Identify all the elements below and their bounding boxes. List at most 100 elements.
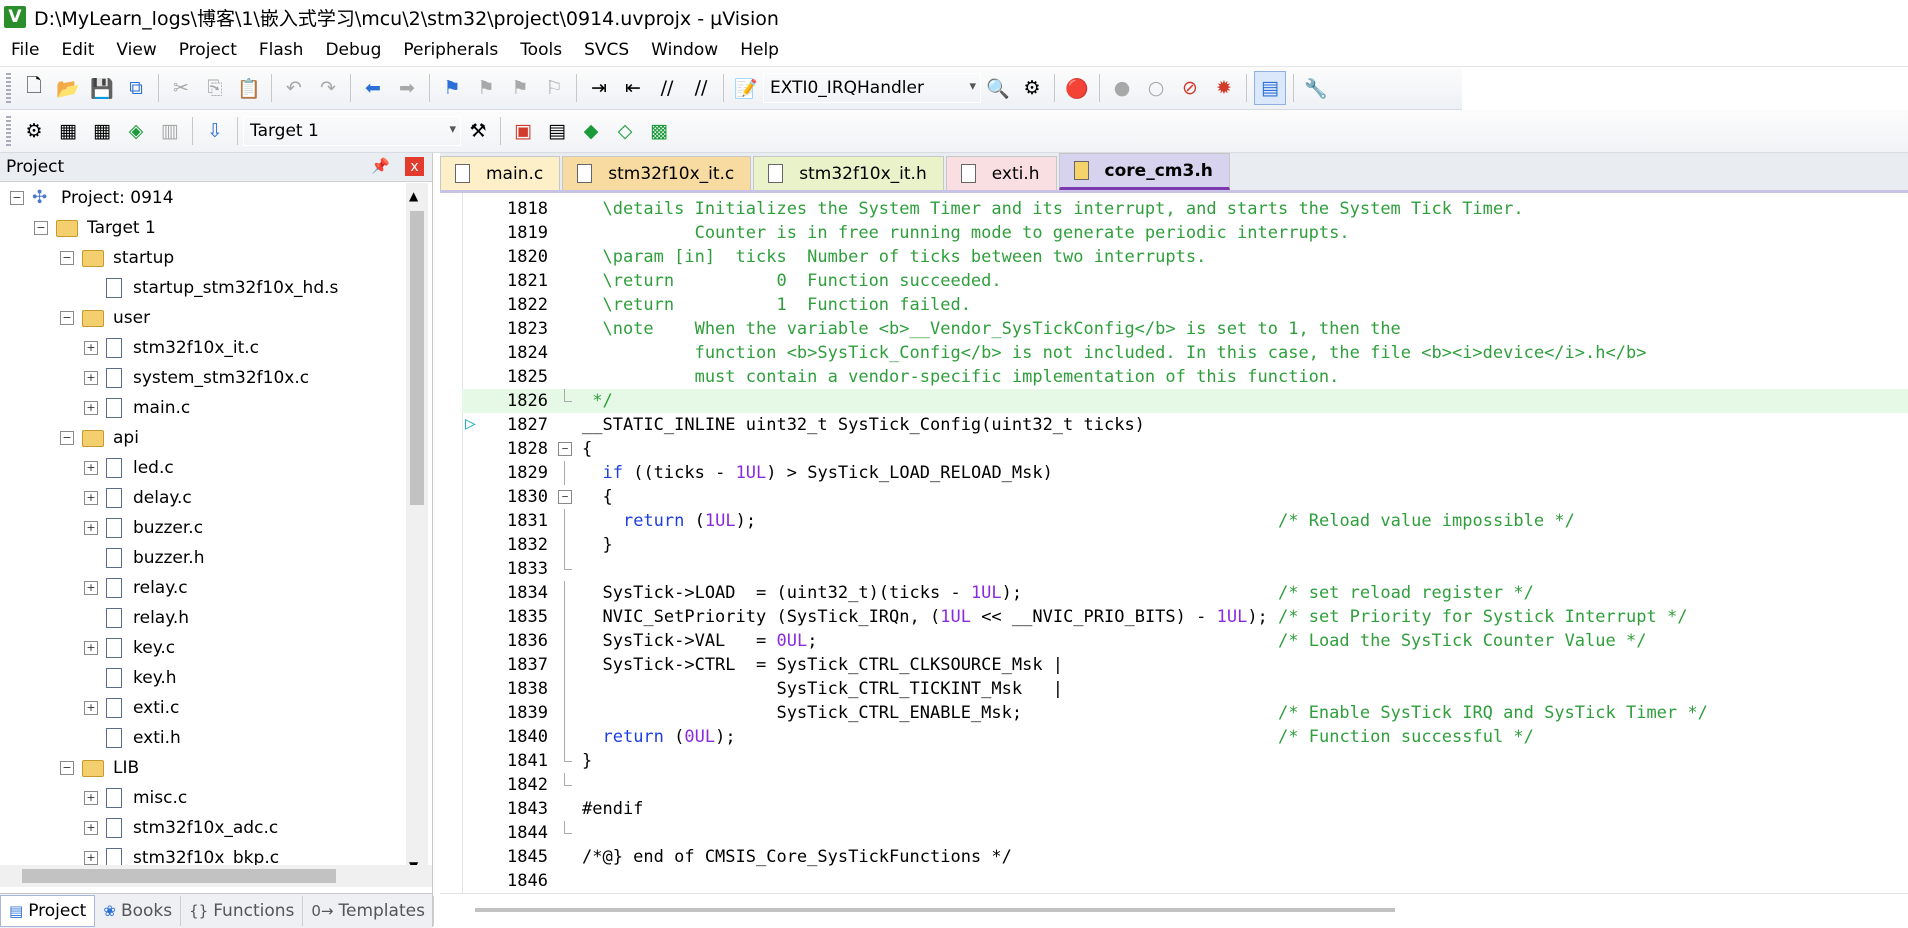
- tab-templates[interactable]: 0→ Templates: [303, 896, 434, 926]
- code-line[interactable]: 1820 \param [in] ticks Number of ticks b…: [462, 245, 1908, 269]
- collapse-icon[interactable]: −: [10, 191, 24, 205]
- expand-icon[interactable]: +: [84, 851, 98, 865]
- collapse-icon[interactable]: −: [60, 251, 74, 265]
- collapse-icon[interactable]: −: [558, 442, 572, 456]
- enable-breakpoint-icon[interactable]: ○: [1141, 72, 1171, 104]
- code-line[interactable]: 1829 if ((ticks - 1UL) > SysTick_LOAD_RE…: [462, 461, 1908, 485]
- code-line[interactable]: 1846: [462, 869, 1908, 893]
- paste-icon[interactable]: 📋: [234, 72, 264, 104]
- download-icon[interactable]: ⇩: [200, 115, 230, 147]
- tab-books[interactable]: ❀ Books: [95, 896, 182, 926]
- tab-exti-h[interactable]: exti.h: [945, 156, 1057, 190]
- expand-icon[interactable]: +: [84, 641, 98, 655]
- configure-icon[interactable]: 🔧: [1301, 72, 1331, 104]
- menu-tools[interactable]: Tools: [509, 34, 573, 66]
- expand-icon[interactable]: +: [84, 461, 98, 475]
- code-line[interactable]: 1834 SysTick->LOAD = (uint32_t)(ticks - …: [462, 581, 1908, 605]
- code-line[interactable]: 1839 SysTick_CTRL_ENABLE_Msk; /* Enable …: [462, 701, 1908, 725]
- tab-main-c[interactable]: main.c: [440, 156, 561, 190]
- code-line[interactable]: 1826 */: [462, 389, 1908, 413]
- pin-icon[interactable]: 📌: [371, 157, 390, 175]
- expand-icon[interactable]: +: [84, 341, 98, 355]
- tree-item[interactable]: − startup: [0, 243, 403, 273]
- tree-item[interactable]: + system_stm32f10x.c: [0, 363, 403, 393]
- tab-stm32f10x-it-h[interactable]: stm32f10x_it.h: [753, 156, 944, 190]
- menu-svcs[interactable]: SVCS: [573, 34, 640, 66]
- tree-item[interactable]: + main.c: [0, 393, 403, 423]
- code-line[interactable]: 1822 \return 1 Function failed.: [462, 293, 1908, 317]
- expand-icon[interactable]: +: [84, 701, 98, 715]
- collapse-icon[interactable]: −: [558, 490, 572, 504]
- window-layout-icon[interactable]: ▤: [1254, 71, 1286, 105]
- menu-view[interactable]: View: [105, 34, 167, 66]
- disable-breakpoints-icon[interactable]: ⊘: [1175, 72, 1205, 104]
- expand-icon[interactable]: +: [84, 401, 98, 415]
- redo-icon[interactable]: ↷: [313, 72, 343, 104]
- fold-marker[interactable]: −: [558, 437, 572, 461]
- next-bookmark-icon[interactable]: ⚑: [505, 72, 535, 104]
- code-line[interactable]: 1843 #endif: [462, 797, 1908, 821]
- bookmark-icon[interactable]: ⚑: [437, 72, 467, 104]
- incremental-find-icon[interactable]: ⚙: [1017, 72, 1047, 104]
- undo-icon[interactable]: ↶: [279, 72, 309, 104]
- menu-file[interactable]: File: [0, 34, 50, 66]
- toolbar-grip[interactable]: [6, 73, 11, 103]
- scrollbar-thumb[interactable]: [22, 869, 336, 883]
- project-vertical-scrollbar[interactable]: ▲ ▼: [406, 183, 428, 879]
- code-line[interactable]: 1819 Counter is in free running mode to …: [462, 221, 1908, 245]
- indent-icon[interactable]: ⇥: [584, 72, 614, 104]
- tree-item[interactable]: + misc.c: [0, 783, 403, 813]
- menu-project[interactable]: Project: [168, 34, 248, 66]
- function-combo[interactable]: EXTI0_IRQHandler ▾: [763, 73, 981, 103]
- menu-window[interactable]: Window: [640, 34, 729, 66]
- tree-item[interactable]: − ✣ Project: 0914: [0, 183, 403, 213]
- prev-bookmark-icon[interactable]: ⚑: [471, 72, 501, 104]
- tree-item[interactable]: startup_stm32f10x_hd.s: [0, 273, 403, 303]
- code-line[interactable]: 1831 return (1UL); /* Reload value impos…: [462, 509, 1908, 533]
- collapse-icon[interactable]: −: [60, 431, 74, 445]
- code-line[interactable]: 1845 /*@} end of CMSIS_Core_SysTickFuncti…: [462, 845, 1908, 869]
- kill-breakpoints-icon[interactable]: ✹: [1209, 72, 1239, 104]
- manage-project-items-icon[interactable]: ▣: [508, 115, 538, 147]
- expand-icon[interactable]: +: [84, 581, 98, 595]
- navigate-forward-icon[interactable]: ➡: [392, 72, 422, 104]
- tree-item[interactable]: + key.c: [0, 633, 403, 663]
- code-line[interactable]: ▷ 1827 __STATIC_INLINE uint32_t SysTick_Co…: [462, 413, 1908, 437]
- collapse-icon[interactable]: −: [60, 761, 74, 775]
- tree-item[interactable]: + led.c: [0, 453, 403, 483]
- tree-item[interactable]: − api: [0, 423, 403, 453]
- project-horizontal-scrollbar[interactable]: [0, 865, 432, 887]
- code-line[interactable]: 1824 function <b>SysTick_Config</b> is n…: [462, 341, 1908, 365]
- clear-bookmarks-icon[interactable]: ⚐: [539, 72, 569, 104]
- tree-item[interactable]: key.h: [0, 663, 403, 693]
- code-line[interactable]: 1842: [462, 773, 1908, 797]
- code-line[interactable]: 1835 NVIC_SetPriority (SysTick_IRQn, (1U…: [462, 605, 1908, 629]
- tree-item[interactable]: + delay.c: [0, 483, 403, 513]
- target-combo[interactable]: Target 1 ▾: [243, 116, 461, 146]
- tree-item[interactable]: exti.h: [0, 723, 403, 753]
- code-line[interactable]: 1840 return (0UL); /* Function successfu…: [462, 725, 1908, 749]
- code-line[interactable]: 1837 SysTick->CTRL = SysTick_CTRL_CLKSOU…: [462, 653, 1908, 677]
- build-icon[interactable]: ▦: [53, 115, 83, 147]
- pack-installer-icon[interactable]: ◇: [610, 115, 640, 147]
- fold-marker[interactable]: −: [558, 485, 572, 509]
- select-packs-icon[interactable]: ▤: [542, 115, 572, 147]
- save-all-icon[interactable]: ⧉: [121, 72, 151, 104]
- code-line[interactable]: 1832 }: [462, 533, 1908, 557]
- translate-icon[interactable]: ⚙: [19, 115, 49, 147]
- tree-item[interactable]: + buzzer.c: [0, 513, 403, 543]
- code-line[interactable]: 1821 \return 0 Function succeeded.: [462, 269, 1908, 293]
- navigate-back-icon[interactable]: ⬅: [358, 72, 388, 104]
- tab-stm32f10x-it-c[interactable]: stm32f10x_it.c: [562, 156, 752, 190]
- tree-item[interactable]: + stm32f10x_adc.c: [0, 813, 403, 843]
- new-file-icon[interactable]: 🗋: [19, 72, 49, 104]
- code-line[interactable]: 1825 must contain a vendor-specific impl…: [462, 365, 1908, 389]
- code-line[interactable]: 1828−{: [462, 437, 1908, 461]
- expand-icon[interactable]: +: [84, 791, 98, 805]
- target-options-icon[interactable]: ⚒: [463, 115, 493, 147]
- uncomment-icon[interactable]: ∕∕: [686, 72, 716, 104]
- expand-icon[interactable]: +: [84, 371, 98, 385]
- stop-build-icon[interactable]: ▥: [155, 115, 185, 147]
- code-line[interactable]: 1830− {: [462, 485, 1908, 509]
- tab-functions[interactable]: {} Functions: [181, 896, 304, 926]
